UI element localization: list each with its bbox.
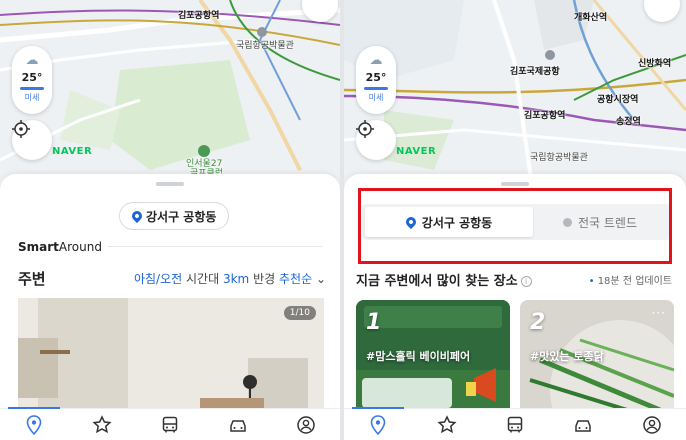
tab-profile[interactable]	[293, 412, 319, 438]
time-filter-suffix: 시간대	[186, 272, 220, 286]
card-tag: #맛있는 토종닭	[530, 350, 604, 363]
bus-icon	[507, 416, 523, 432]
smartaround-logo: SmartAround	[18, 240, 108, 254]
current-location-button[interactable]	[12, 120, 52, 160]
tab-transit[interactable]	[157, 412, 183, 438]
map-label-sinbang[interactable]: 신방화역	[638, 56, 671, 69]
radius-filter-suffix: 반경	[253, 272, 276, 286]
dust-label: 미세	[368, 93, 384, 102]
radius-filter[interactable]: 3km	[223, 272, 249, 286]
map-pin-icon	[26, 414, 42, 435]
car-icon	[575, 419, 592, 432]
map-label-airport[interactable]: 김포국제공항	[510, 64, 560, 77]
sort-filter[interactable]: 추천순	[279, 272, 312, 286]
tab-transit[interactable]	[502, 412, 528, 438]
bottom-sheet: 강서구 공항동 전국 트렌드 지금 주변에서 많이 찾는 장소 i • 18분 전…	[344, 174, 686, 440]
time-filter[interactable]: 아침/오전	[134, 272, 182, 286]
place-photo[interactable]: 1/10	[18, 298, 324, 418]
temperature: 25°	[365, 71, 387, 84]
active-tab-indicator	[8, 407, 60, 409]
nearby-filter[interactable]: 아침/오전 시간대 3km 반경 추천순 ⌄	[134, 270, 326, 287]
nearby-title: 주변	[18, 270, 46, 288]
weather-widget[interactable]: ☁ 25° 미세	[356, 46, 396, 114]
weather-widget[interactable]: ☁ 25° 미세	[12, 46, 52, 114]
tab-map[interactable]	[21, 412, 47, 438]
active-tab-indicator	[352, 407, 404, 409]
dust-level-bar	[20, 87, 44, 90]
map-pin-icon	[370, 414, 386, 435]
right-screen: 개화산역 김포국제공항 신방화역 공항시장역 송정역 김포공항역 국립항공박물관…	[344, 0, 686, 440]
tab-profile[interactable]	[639, 412, 665, 438]
dust-level-bar	[364, 87, 388, 90]
chevron-down-icon: ⌄	[315, 272, 326, 286]
map-label-station[interactable]: 김포공항역	[524, 108, 565, 121]
map-view[interactable]: 개화산역 김포국제공항 신방화역 공항시장역 송정역 김포공항역 국립항공박물관…	[344, 0, 686, 200]
map-label-museum[interactable]: 국립항공박물관	[530, 150, 588, 163]
profile-icon	[297, 415, 315, 434]
map-view[interactable]: 김포공항역 국립항공박물관 인서울27 골프클럽 ☁ 25° 미세 NAVER	[0, 0, 340, 200]
tab-saved[interactable]	[89, 412, 115, 438]
highlight-box	[358, 188, 672, 264]
current-location-button[interactable]	[356, 120, 396, 160]
temperature: 25°	[21, 71, 43, 84]
popular-card-2[interactable]: 2 #맛있는 토종닭 ···	[520, 300, 674, 414]
update-status: • 18분 전 업데이트	[589, 272, 672, 287]
bottom-tab-bar	[0, 407, 340, 440]
car-icon	[230, 419, 246, 432]
rain-cloud-icon: ☁	[369, 53, 383, 68]
bottom-tab-bar	[344, 407, 686, 440]
photo-counter: 1/10	[283, 306, 316, 320]
left-screen: 김포공항역 국립항공박물관 인서울27 골프클럽 ☁ 25° 미세 NAVER …	[0, 0, 340, 440]
sheet-drag-handle[interactable]	[156, 182, 184, 186]
tab-map[interactable]	[365, 412, 391, 438]
tab-car[interactable]	[570, 412, 596, 438]
location-chip[interactable]: 강서구 공항동	[119, 202, 230, 230]
crosshair-icon	[12, 120, 30, 138]
bus-icon	[162, 416, 178, 432]
rain-cloud-icon: ☁	[25, 53, 39, 68]
popular-card-1[interactable]: 1 #맘스홀릭 베이비페어	[356, 300, 510, 414]
around-word: Around	[58, 240, 102, 254]
update-time: 18분 전	[597, 276, 632, 287]
map-label-songjeong[interactable]: 송정역	[616, 114, 641, 127]
bottom-sheet: 강서구 공항동 SmartAround 주변 아침/오전 시간대 3km 반경 …	[0, 174, 340, 440]
profile-icon	[643, 415, 661, 434]
dust-label: 미세	[24, 93, 40, 102]
update-suffix: 업데이트	[635, 276, 672, 287]
more-options-icon[interactable]: ···	[652, 306, 666, 320]
star-icon	[437, 414, 457, 433]
map-label-station[interactable]: 김포공항역	[178, 8, 219, 21]
location-pin-icon	[129, 208, 145, 224]
popular-title: 지금 주변에서 많이 찾는 장소 i	[356, 270, 532, 289]
star-icon	[92, 414, 112, 433]
card-tag: #맘스홀릭 베이비페어	[366, 350, 471, 363]
tab-saved[interactable]	[434, 412, 460, 438]
tab-car[interactable]	[225, 412, 251, 438]
smart-word: Smart	[18, 240, 59, 254]
crosshair-icon	[356, 120, 374, 138]
sheet-drag-handle[interactable]	[501, 182, 529, 186]
naver-logo: NAVER	[52, 146, 93, 157]
map-label-gaehwa[interactable]: 개화산역	[574, 10, 607, 23]
card-rank: 2	[530, 310, 546, 335]
popular-title-text: 지금 주변에서 많이 찾는 장소	[356, 274, 518, 289]
info-icon[interactable]: i	[520, 276, 532, 287]
photo-image	[18, 298, 324, 418]
card-rank: 1	[366, 310, 382, 335]
update-dot: •	[588, 276, 595, 287]
map-label-museum[interactable]: 국립항공박물관	[236, 38, 294, 51]
map-label-airport-market[interactable]: 공항시장역	[597, 92, 638, 105]
naver-logo: NAVER	[396, 146, 437, 157]
location-chip-label: 강서구 공항동	[146, 209, 217, 224]
